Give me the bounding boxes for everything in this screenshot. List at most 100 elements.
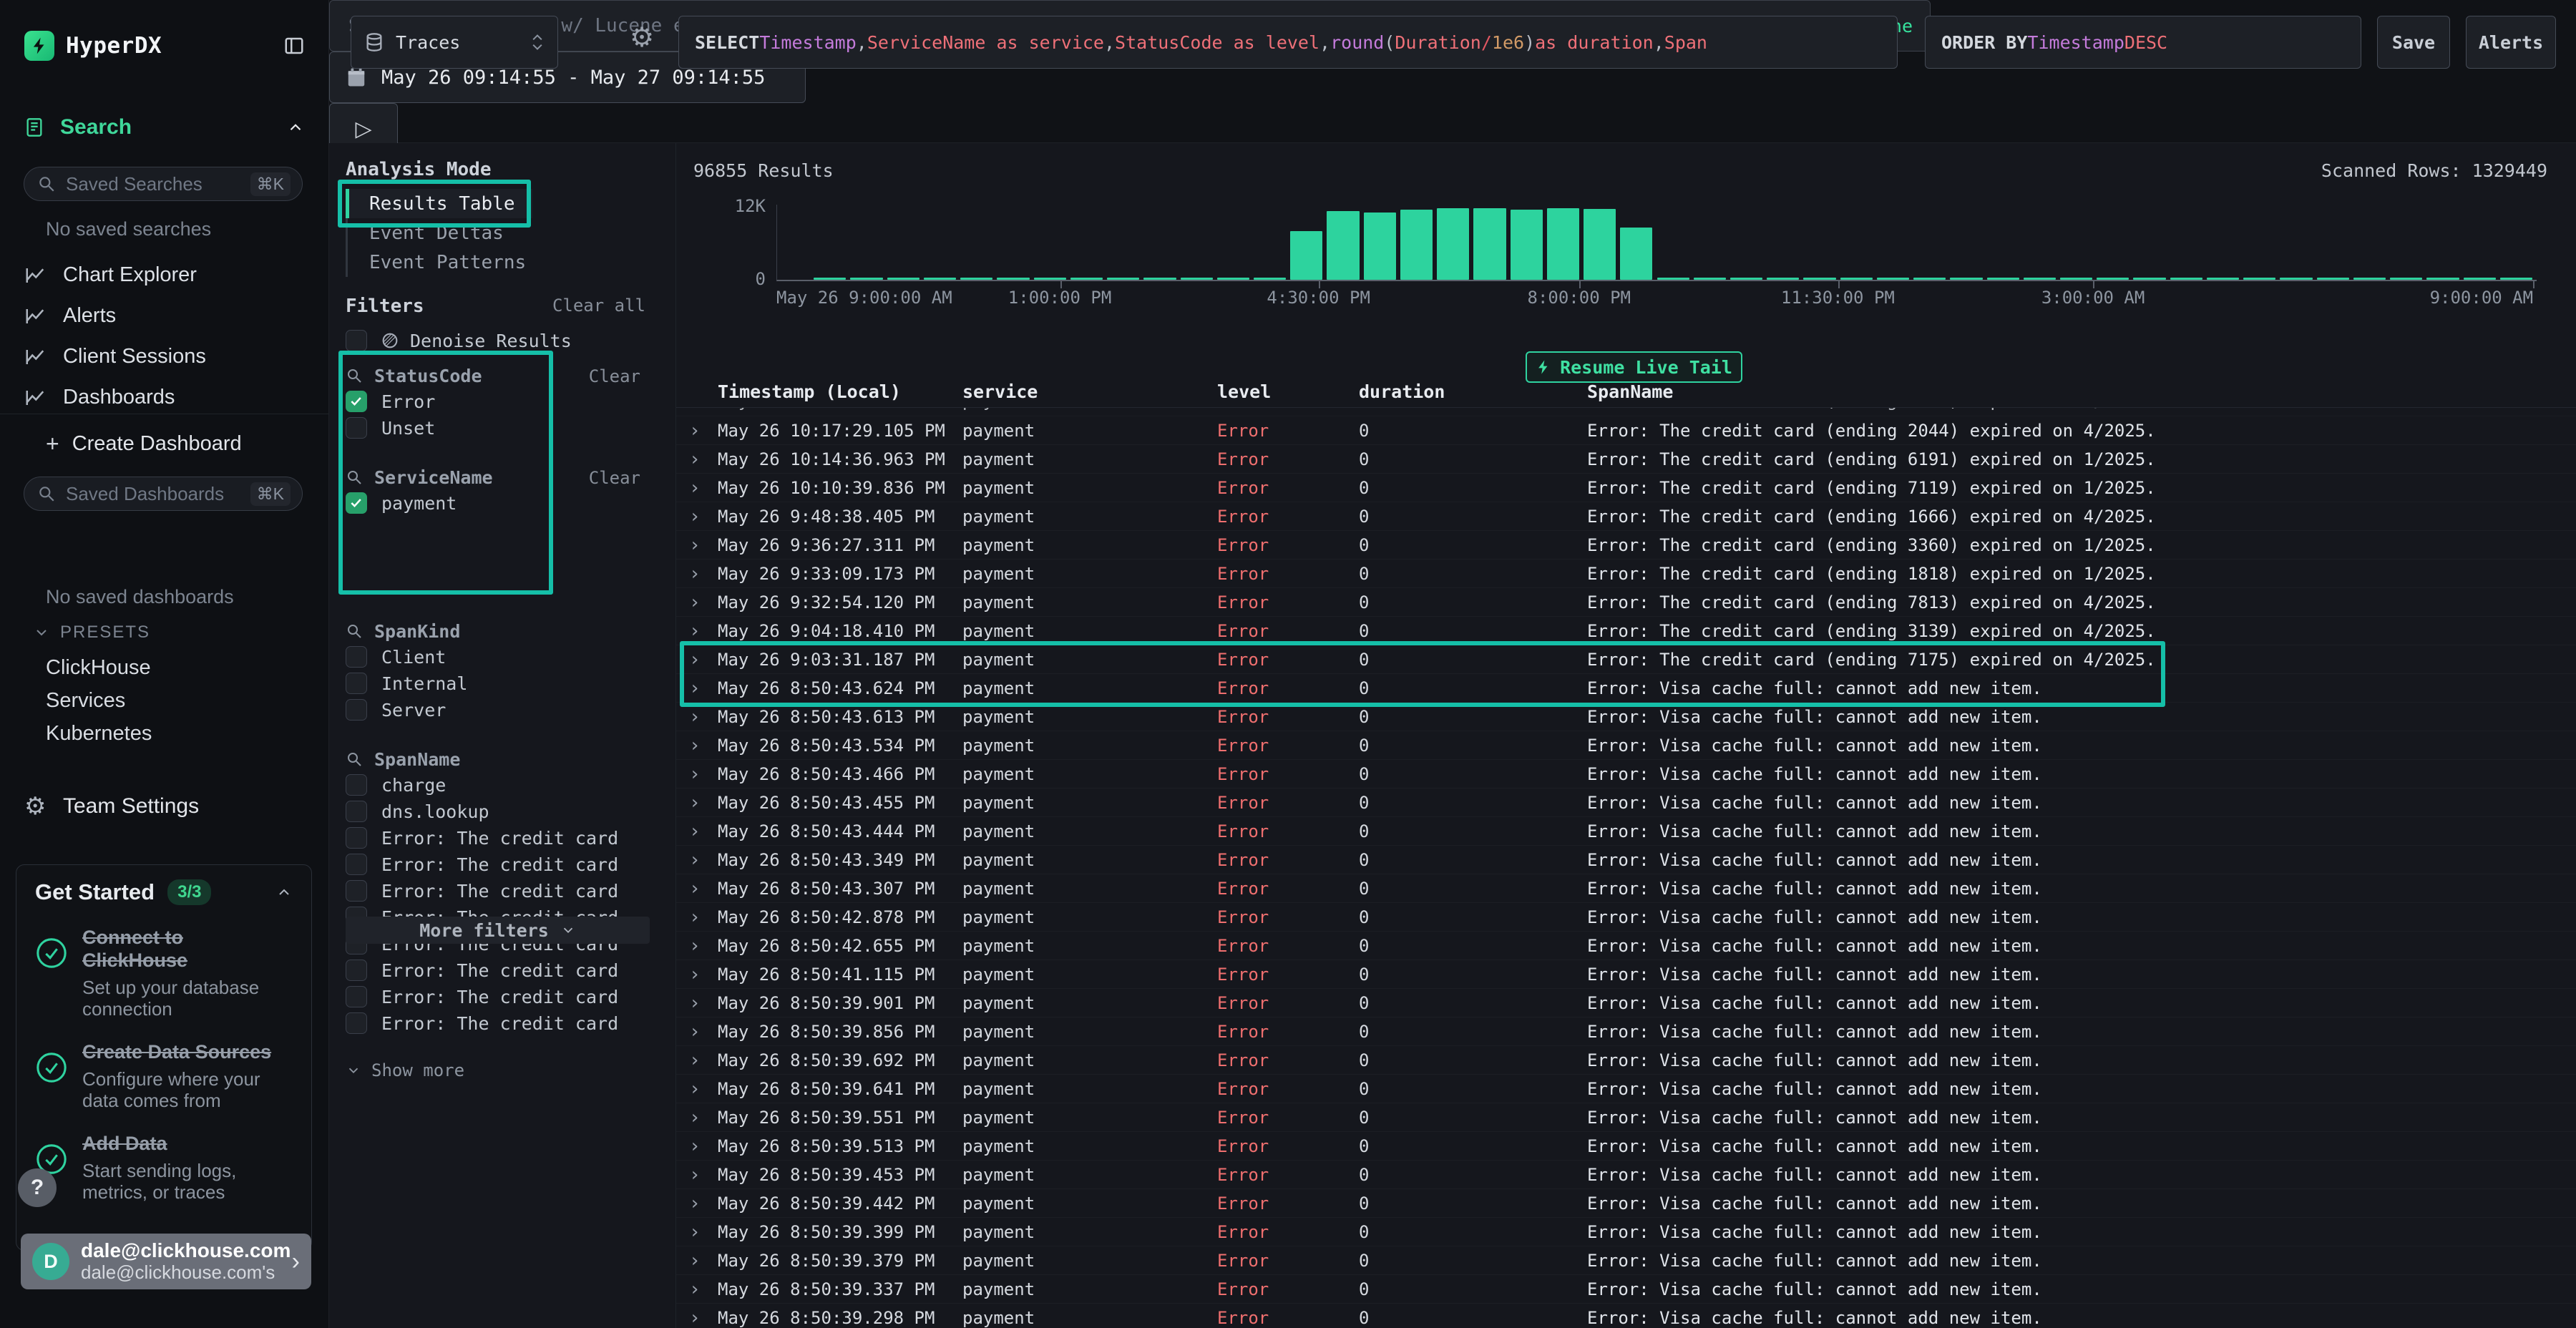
help-button[interactable]: ? <box>18 1168 57 1207</box>
table-row[interactable]: › May 26 8:50:43.444 PM payment Error 0 … <box>676 817 2576 846</box>
histogram-bar[interactable] <box>2280 278 2312 280</box>
table-row[interactable]: › May 26 8:50:43.455 PM payment Error 0 … <box>676 788 2576 817</box>
checkbox[interactable] <box>346 492 367 514</box>
saved-dashboards-field[interactable] <box>64 482 250 506</box>
table-row[interactable]: › May 26 8:50:42.655 PM payment Error 0 … <box>676 932 2576 960</box>
row-expand-chevron-icon[interactable]: › <box>676 534 718 556</box>
save-button[interactable]: Save <box>2377 16 2450 69</box>
table-row[interactable]: › May 26 8:50:43.534 PM payment Error 0 … <box>676 731 2576 760</box>
table-row[interactable]: › May 26 8:50:39.692 PM payment Error 0 … <box>676 1046 2576 1075</box>
histogram-bar[interactable] <box>1070 278 1103 280</box>
chevron-up-icon[interactable] <box>286 118 305 137</box>
get-started-item[interactable]: Create Data Sources Configure where your… <box>35 1041 293 1111</box>
histogram-bar[interactable] <box>1730 278 1762 280</box>
row-expand-chevron-icon[interactable]: › <box>676 592 718 613</box>
histogram-bar[interactable] <box>850 278 882 280</box>
row-expand-chevron-icon[interactable]: › <box>676 1221 718 1243</box>
saved-searches-field[interactable] <box>64 172 250 196</box>
histogram-bar[interactable] <box>997 278 1029 280</box>
table-row[interactable]: › May 26 8:50:43.307 PM payment Error 0 … <box>676 874 2576 903</box>
create-dashboard-button[interactable]: + Create Dashboard <box>0 428 329 459</box>
histogram-bar[interactable] <box>1254 278 1286 280</box>
checkbox[interactable] <box>346 854 367 875</box>
table-row[interactable]: › May 26 8:50:39.901 PM payment Error 0 … <box>676 989 2576 1017</box>
filter-option[interactable]: payment <box>346 490 653 516</box>
saved-dashboards-input[interactable]: ⌘K <box>24 477 303 511</box>
row-expand-chevron-icon[interactable]: › <box>676 992 718 1014</box>
histogram-bar[interactable] <box>1473 208 1506 280</box>
checkbox[interactable] <box>346 774 367 796</box>
sidebar-collapse-icon[interactable] <box>283 35 305 57</box>
row-expand-chevron-icon[interactable]: › <box>676 935 718 957</box>
get-started-item[interactable]: Connect to ClickHouse Set up your databa… <box>35 927 293 1020</box>
row-expand-chevron-icon[interactable]: › <box>676 1050 718 1071</box>
column-header-level[interactable]: level <box>1217 381 1359 402</box>
filter-group-header[interactable]: StatusCode Clear <box>346 363 653 388</box>
filter-option[interactable]: Error: The credit card … <box>346 1010 653 1036</box>
checkbox[interactable] <box>346 646 367 668</box>
checkbox[interactable] <box>346 801 367 822</box>
table-row[interactable]: › May 26 8:50:43.613 PM payment Error 0 … <box>676 703 2576 731</box>
analysis-mode-item[interactable]: Event Deltas <box>348 218 653 248</box>
histogram-bar[interactable] <box>1547 208 1579 280</box>
row-expand-chevron-icon[interactable]: › <box>676 1279 718 1300</box>
clear-all-button[interactable]: Clear all <box>552 296 645 316</box>
filter-group-header[interactable]: ServiceName Clear <box>346 465 653 489</box>
table-row[interactable]: › May 26 8:50:39.856 PM payment Error 0 … <box>676 1017 2576 1046</box>
histogram-bar[interactable] <box>1511 210 1543 280</box>
source-settings-gear-icon[interactable]: ⚙ <box>630 21 654 53</box>
histogram-bar[interactable] <box>2097 278 2129 280</box>
histogram-bar[interactable] <box>1913 278 1946 280</box>
histogram-bar[interactable] <box>924 278 956 280</box>
user-menu[interactable]: D dale@clickhouse.com dale@clickhouse.co… <box>21 1234 311 1289</box>
sidebar-item-search[interactable]: Search <box>0 109 329 146</box>
analysis-mode-item[interactable]: Event Patterns <box>348 248 653 277</box>
column-header-service[interactable]: service <box>962 381 1217 402</box>
row-expand-chevron-icon[interactable]: › <box>676 792 718 814</box>
table-row[interactable]: › May 26 8:50:42.878 PM payment Error 0 … <box>676 903 2576 932</box>
table-row[interactable]: › May 26 8:50:41.115 PM payment Error 0 … <box>676 960 2576 989</box>
preset-item[interactable]: Services <box>0 684 329 717</box>
preset-item[interactable]: ClickHouse <box>0 651 329 684</box>
row-expand-chevron-icon[interactable]: › <box>676 477 718 499</box>
show-more-button[interactable]: Show more <box>346 1060 653 1080</box>
histogram-bar[interactable] <box>2500 278 2532 280</box>
row-expand-chevron-icon[interactable]: › <box>676 1164 718 1186</box>
histogram-bar[interactable] <box>1950 278 1982 280</box>
table-row[interactable]: › May 26 10:14:36.963 PM payment Error 0… <box>676 445 2576 474</box>
histogram-bar[interactable] <box>1877 278 1909 280</box>
table-row[interactable]: › May 26 8:50:39.399 PM payment Error 0 … <box>676 1218 2576 1246</box>
filter-option[interactable]: Error: The credit card … <box>346 984 653 1010</box>
histogram-bar[interactable] <box>1290 231 1322 280</box>
table-row[interactable]: › May 26 8:50:39.641 PM payment Error 0 … <box>676 1075 2576 1103</box>
row-expand-chevron-icon[interactable]: › <box>676 964 718 985</box>
table-row[interactable]: › May 26 9:48:38.405 PM payment Error 0 … <box>676 502 2576 531</box>
row-expand-chevron-icon[interactable]: › <box>676 907 718 928</box>
row-expand-chevron-icon[interactable]: › <box>676 878 718 899</box>
filter-option[interactable]: charge <box>346 772 653 798</box>
histogram-bar[interactable] <box>960 278 992 280</box>
sidebar-nav-item[interactable]: Alerts <box>0 296 329 336</box>
row-expand-chevron-icon[interactable]: › <box>676 1193 718 1214</box>
row-expand-chevron-icon[interactable]: › <box>676 408 718 412</box>
denoise-results-option[interactable]: Denoise Results <box>346 328 572 353</box>
row-expand-chevron-icon[interactable]: › <box>676 678 718 699</box>
row-expand-chevron-icon[interactable]: › <box>676 1250 718 1271</box>
table-row[interactable]: › May 26 8:50:39.453 PM payment Error 0 … <box>676 1161 2576 1189</box>
histogram-bar[interactable] <box>2207 278 2239 280</box>
histogram-bar[interactable] <box>1694 278 1726 280</box>
row-expand-chevron-icon[interactable]: › <box>676 821 718 842</box>
row-expand-chevron-icon[interactable]: › <box>676 1021 718 1043</box>
column-header-spanname[interactable]: SpanName <box>1587 381 2576 402</box>
table-row[interactable]: › May 26 8:50:39.513 PM payment Error 0 … <box>676 1132 2576 1161</box>
analysis-mode-item[interactable]: Results Table <box>348 189 532 218</box>
results-histogram[interactable] <box>776 205 2537 281</box>
source-select[interactable]: Traces <box>351 16 558 69</box>
checkbox[interactable] <box>346 960 367 981</box>
clear-filter-button[interactable]: Clear <box>589 366 640 386</box>
row-expand-chevron-icon[interactable]: › <box>676 1107 718 1128</box>
checkbox[interactable] <box>346 391 367 412</box>
histogram-bar[interactable] <box>1217 278 1249 280</box>
alerts-button[interactable]: Alerts <box>2466 16 2556 69</box>
histogram-bar[interactable] <box>1584 209 1616 280</box>
